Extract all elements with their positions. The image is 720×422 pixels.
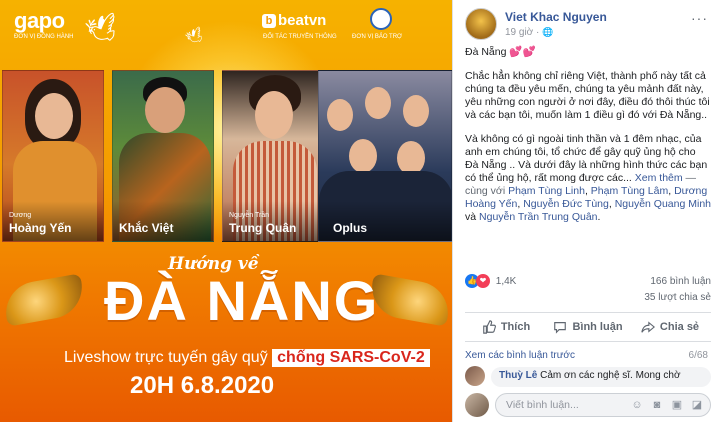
post-paragraph: Và không có gì ngoài tinh thần và 1 đêm …: [465, 133, 711, 223]
share-icon: [641, 321, 655, 333]
comments-count[interactable]: 166 bình luận: [650, 276, 711, 287]
see-more-link[interactable]: Xem thêm: [635, 172, 683, 184]
dragon-ornament: [1, 273, 87, 327]
artist-face: [397, 141, 425, 175]
tagged-user[interactable]: Phạm Tùng Lâm: [591, 185, 668, 197]
gif-icon[interactable]: ▣: [670, 398, 684, 412]
reaction-bar[interactable]: 👍 ❤ 1,4K 166 bình luận: [465, 274, 711, 292]
emoji-icon[interactable]: ☺: [630, 398, 644, 412]
poster-subtitle-tag: chống SARS-CoV-2: [272, 349, 430, 367]
share-button[interactable]: Chia sẻ: [629, 313, 711, 341]
artist-face: [349, 139, 377, 173]
comment-page-count: 6/68: [688, 350, 708, 361]
commenter-avatar[interactable]: [465, 366, 485, 386]
love-reaction-icon: ❤: [476, 274, 490, 288]
commenter-name[interactable]: Thuỳ Lê: [499, 370, 537, 381]
heart-emoji: 💕💕: [509, 46, 536, 58]
beatvn-logo: b beatvn: [262, 12, 326, 29]
artist-name: Oplus: [333, 221, 368, 235]
author-name[interactable]: Viet Khac Nguyen: [505, 10, 607, 24]
artist-face: [145, 87, 185, 133]
image-stage[interactable]: gapo ĐƠN VỊ ĐỒNG HÀNH 🕊 🕊 b beatvn ĐỐI TÁ…: [0, 0, 452, 422]
author-avatar[interactable]: [465, 8, 497, 40]
city-role: ĐƠN VỊ BẢO TRỢ: [352, 34, 403, 40]
artist-face: [327, 99, 353, 131]
dove-icon: 🕊: [82, 10, 123, 48]
tagged-user[interactable]: Nguyễn Trần Trung Quân: [479, 211, 598, 223]
camera-icon[interactable]: ◙: [650, 398, 664, 412]
comment-composer: Viết bình luận... ☺ ◙ ▣ ◪: [465, 392, 711, 418]
like-button[interactable]: Thích: [465, 313, 547, 341]
beatvn-role: ĐỐI TÁC TRUYỀN THÔNG: [263, 34, 337, 40]
comment-text: Cảm ơn các nghệ sĩ. Mong chờ: [540, 370, 681, 381]
tagged-user[interactable]: Nguyễn Quang Minh: [615, 198, 711, 210]
poster-date: 20H 6.8.2020: [130, 372, 275, 399]
artist-face: [35, 93, 73, 139]
tagged-user[interactable]: Phạm Tùng Linh: [508, 185, 585, 197]
comment-input[interactable]: Viết bình luận... ☺ ◙ ▣ ◪: [495, 393, 711, 417]
poster-title: ĐÀ NẴNG: [104, 269, 380, 332]
post-text: Đà Nẵng 💕💕 Chắc hẳn không chỉ riêng Việt…: [465, 46, 711, 235]
artist-firstname: Nguyễn Trần: [229, 212, 270, 219]
sticker-icon[interactable]: ◪: [690, 398, 704, 412]
artist-face: [255, 91, 293, 139]
post-sidebar: Viet Khac Nguyen 19 giờ · 🌐 ··· Đà Nẵng …: [452, 0, 720, 422]
event-poster: gapo ĐƠN VỊ ĐỒNG HÀNH 🕊 🕊 b beatvn ĐỐI TÁ…: [0, 0, 452, 422]
comment-item: Thuỳ Lê Cảm ơn các nghệ sĩ. Mong chờ: [465, 366, 711, 388]
artist-face: [403, 95, 429, 127]
composer-tools: ☺ ◙ ▣ ◪: [630, 398, 704, 412]
photo-viewer: gapo ĐƠN VỊ ĐỒNG HÀNH 🕊 🕊 b beatvn ĐỐI TÁ…: [0, 0, 720, 422]
comment-placeholder: Viết bình luận...: [506, 399, 579, 411]
comment-icon: [554, 322, 567, 334]
post-headline: Đà Nẵng 💕💕: [465, 46, 536, 58]
gapo-logo: gapo: [14, 8, 65, 33]
artist-name: Trung Quân: [229, 221, 297, 235]
post-paragraph: Chắc hẳn không chỉ riêng Việt, thành phố…: [465, 70, 710, 121]
current-user-avatar: [465, 393, 489, 417]
city-seal-icon: [370, 8, 392, 30]
artist-firstname: Dương: [9, 212, 32, 219]
artist-face: [365, 87, 391, 119]
post-actions: Thích Bình luận Chia sẻ: [465, 312, 711, 342]
view-previous-comments-link[interactable]: Xem các bình luận trước: [465, 350, 575, 361]
poster-subtitle: Liveshow trực tuyến gây quỹ chống SARS-C…: [64, 349, 430, 367]
artist-card: Khắc Việt: [112, 70, 214, 242]
artist-card: Dương Hoàng Yến: [2, 70, 104, 242]
artist-card: Oplus: [318, 70, 452, 242]
globe-icon: 🌐: [542, 27, 554, 37]
dragon-ornament: [367, 273, 452, 327]
post-time[interactable]: 19 giờ · 🌐: [505, 27, 553, 38]
beatvn-icon: b: [262, 14, 276, 28]
artist-name: Khắc Việt: [119, 221, 174, 235]
comment-bubble: Thuỳ Lê Cảm ơn các nghệ sĩ. Mong chờ: [491, 367, 711, 387]
gapo-role: ĐƠN VỊ ĐỒNG HÀNH: [14, 34, 74, 40]
artist-card: Nguyễn Trần Trung Quân: [222, 70, 324, 242]
artist-name: Hoàng Yến: [9, 221, 72, 235]
thumbs-up-icon: [483, 320, 496, 334]
tagged-user[interactable]: Nguyễn Đức Tùng: [523, 198, 609, 210]
more-options-button[interactable]: ···: [691, 10, 708, 26]
reaction-count: 1,4K: [495, 275, 517, 287]
comment-button[interactable]: Bình luận: [547, 313, 629, 341]
shares-count[interactable]: 35 lượt chia sẻ: [465, 292, 711, 303]
post-header: Viet Khac Nguyen 19 giờ · 🌐 ···: [465, 8, 708, 42]
